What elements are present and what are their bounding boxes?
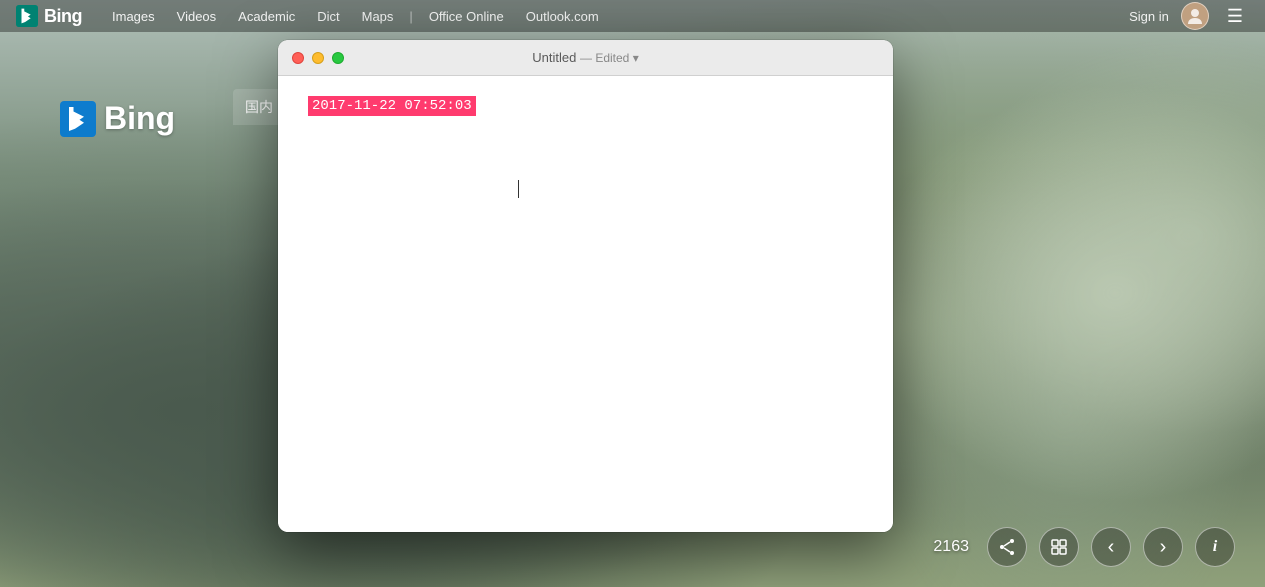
bottom-controls: 2163 ‹ › i	[933, 527, 1235, 567]
nav-videos[interactable]: Videos	[167, 5, 227, 28]
next-button[interactable]: ›	[1143, 527, 1183, 567]
nav-separator: |	[409, 9, 412, 24]
window-titlebar: Untitled — Edited ▾	[278, 40, 893, 76]
nav-right: Sign in ☰	[1129, 2, 1249, 30]
window-dropdown-icon: ▾	[633, 51, 639, 65]
sign-in-button[interactable]: Sign in	[1129, 9, 1169, 24]
window-maximize-button[interactable]	[332, 52, 344, 64]
info-button[interactable]: i	[1195, 527, 1235, 567]
hamburger-menu-icon[interactable]: ☰	[1221, 4, 1249, 29]
window-title: Untitled — Edited ▾	[532, 50, 638, 65]
share-button[interactable]	[987, 527, 1027, 567]
info-icon: i	[1213, 538, 1217, 556]
next-icon: ›	[1160, 537, 1167, 557]
avatar-icon	[1186, 7, 1204, 25]
prev-icon: ‹	[1108, 537, 1115, 557]
window-close-button[interactable]	[292, 52, 304, 64]
window-minimize-button[interactable]	[312, 52, 324, 64]
window-buttons	[292, 52, 344, 64]
bing-large-icon	[60, 101, 96, 137]
bing-large-logo: Bing	[60, 100, 175, 137]
window-content[interactable]: 2017-11-22 07:52:03	[278, 76, 893, 532]
bing-logo-text: Bing	[44, 6, 82, 27]
nav-office-online[interactable]: Office Online	[419, 5, 514, 28]
gallery-button[interactable]	[1039, 527, 1079, 567]
text-editor-window: Untitled — Edited ▾ 2017-11-22 07:52:03	[278, 40, 893, 532]
highlighted-text: 2017-11-22 07:52:03	[308, 96, 476, 116]
nav-images[interactable]: Images	[102, 5, 165, 28]
bing-large-text: Bing	[104, 100, 175, 137]
nav-items: Images Videos Academic Dict Maps | Offic…	[102, 5, 1129, 28]
grid-icon	[1050, 538, 1068, 556]
nav-maps[interactable]: Maps	[352, 5, 404, 28]
bing-logo-nav[interactable]: Bing	[16, 5, 82, 27]
text-cursor	[518, 180, 519, 198]
window-title-text: Untitled	[532, 50, 576, 65]
nav-dict[interactable]: Dict	[307, 5, 349, 28]
user-avatar[interactable]	[1181, 2, 1209, 30]
window-edited-label: — Edited ▾	[580, 51, 639, 65]
window-edited-text: — Edited	[580, 51, 629, 65]
topbar: Bing Images Videos Academic Dict Maps | …	[0, 0, 1265, 32]
prev-button[interactable]: ‹	[1091, 527, 1131, 567]
image-count: 2163	[933, 538, 969, 556]
nav-academic[interactable]: Academic	[228, 5, 305, 28]
cn-tab-label: 国内	[245, 99, 273, 115]
share-icon	[998, 538, 1016, 556]
nav-outlook[interactable]: Outlook.com	[516, 5, 609, 28]
bing-icon	[16, 5, 38, 27]
